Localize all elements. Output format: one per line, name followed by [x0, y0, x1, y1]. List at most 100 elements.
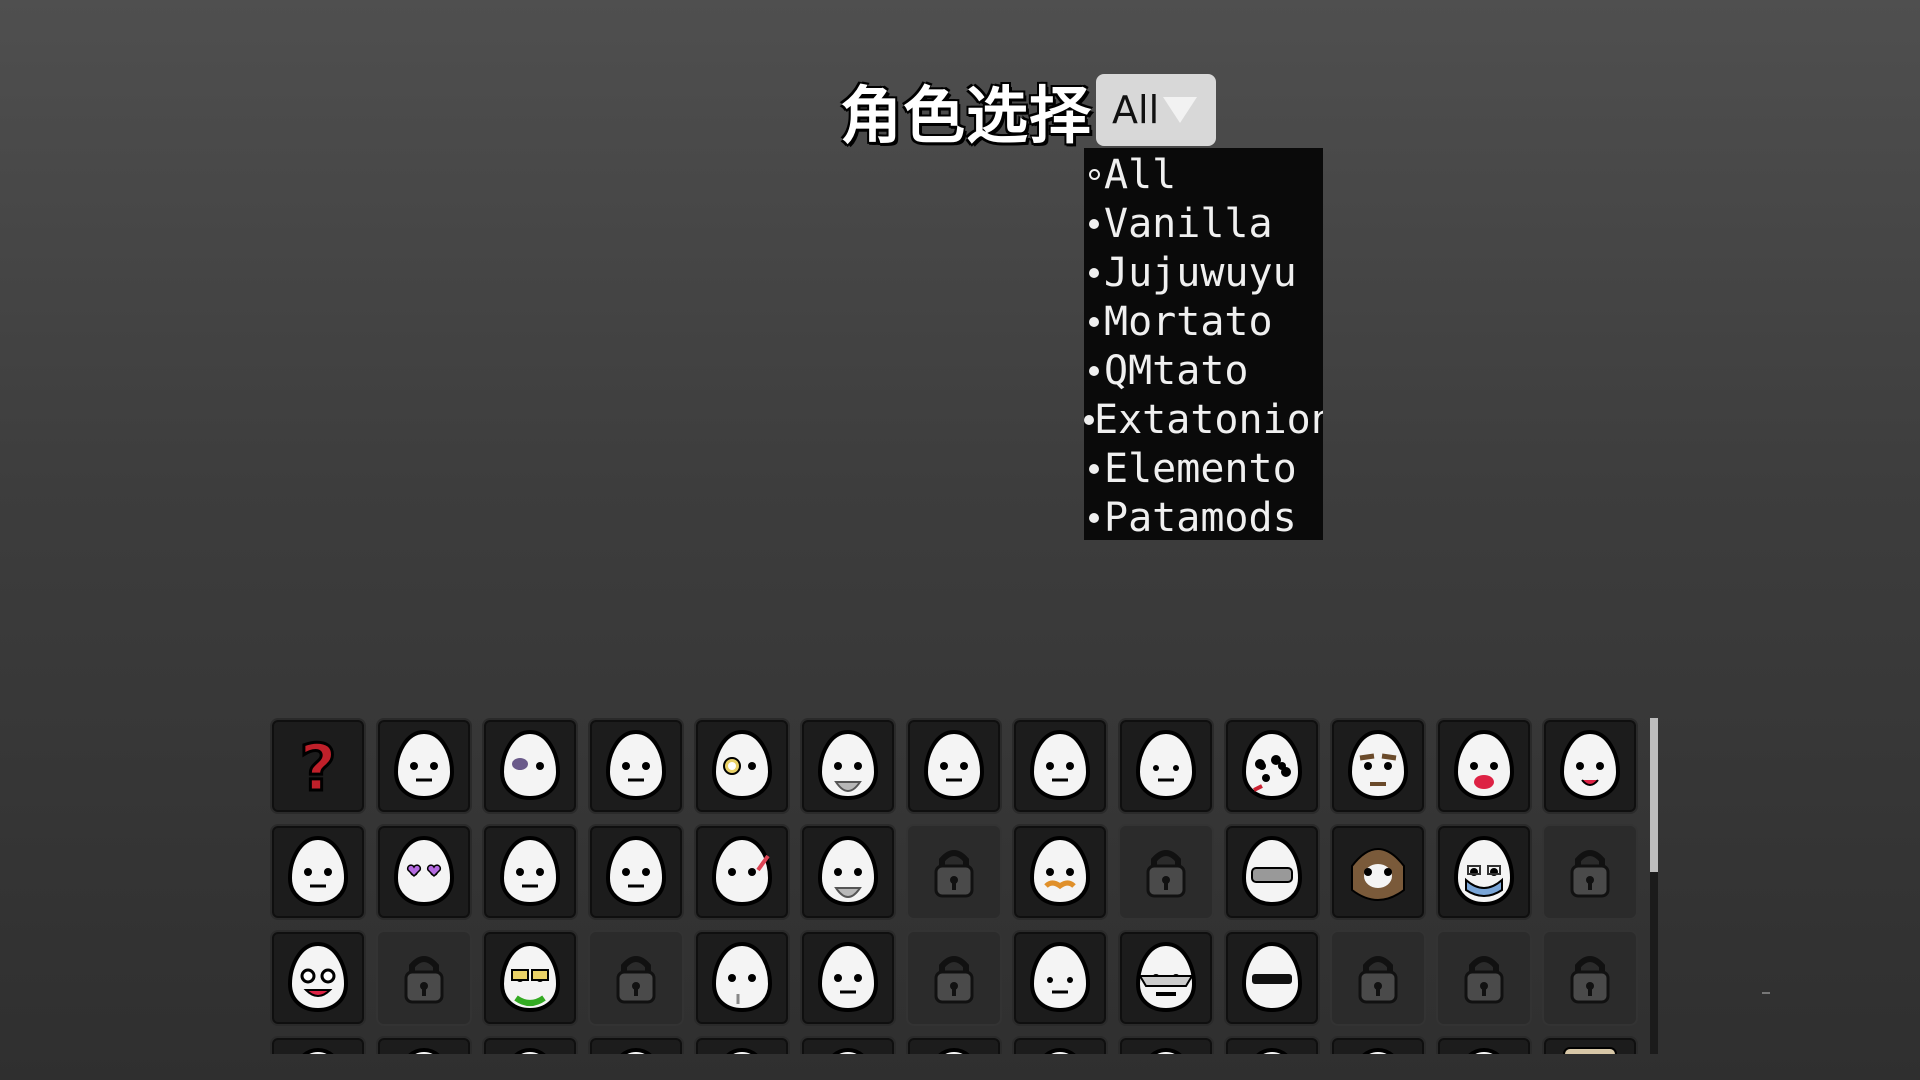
- egg-face-icon: [596, 724, 676, 808]
- bullet-icon: [1084, 316, 1104, 327]
- character-filter-dropdown[interactable]: All: [1096, 74, 1217, 146]
- locked-character-slot[interactable]: [1330, 930, 1426, 1026]
- egg-face-icon: [384, 724, 464, 808]
- filter-option-label: QMtato: [1104, 347, 1249, 394]
- character-slot[interactable]: [270, 930, 366, 1026]
- page-title: 角色选择: [840, 79, 1093, 152]
- character-slot[interactable]: [1436, 1036, 1532, 1054]
- character-slot[interactable]: [482, 930, 578, 1026]
- character-slot[interactable]: [1224, 1036, 1320, 1054]
- character-slot[interactable]: [1330, 718, 1426, 814]
- padlock-icon: [1338, 936, 1418, 1020]
- egg-face-icon: [1444, 1042, 1524, 1054]
- character-slot[interactable]: [1012, 718, 1108, 814]
- character-slot[interactable]: [1542, 1036, 1638, 1054]
- bullet-icon: [1084, 169, 1104, 180]
- egg-face-icon: [1126, 724, 1206, 808]
- filter-option-vanilla[interactable]: Vanilla: [1084, 199, 1323, 248]
- egg-face-icon: [1020, 936, 1100, 1020]
- egg-face-icon: [1020, 1042, 1100, 1054]
- character-slot[interactable]: [482, 824, 578, 920]
- character-slot[interactable]: [694, 1036, 790, 1054]
- locked-character-slot[interactable]: [1118, 824, 1214, 920]
- character-slot[interactable]: [800, 824, 896, 920]
- filter-option-label: Jujuwuyu: [1104, 249, 1297, 296]
- filter-option-label: Vanilla: [1104, 200, 1273, 247]
- egg-face-icon: [596, 1042, 676, 1054]
- character-slot[interactable]: [694, 824, 790, 920]
- character-slot[interactable]: [1224, 718, 1320, 814]
- locked-character-slot[interactable]: [1542, 824, 1638, 920]
- padlock-icon: [914, 936, 994, 1020]
- character-slot[interactable]: [1542, 718, 1638, 814]
- character-slot[interactable]: [1436, 718, 1532, 814]
- character-slot[interactable]: [1330, 1036, 1426, 1054]
- egg-face-icon: [490, 724, 570, 808]
- egg-face-icon: [1126, 1042, 1206, 1054]
- scrollbar-thumb[interactable]: [1650, 718, 1658, 872]
- character-slot[interactable]: [482, 1036, 578, 1054]
- egg-face-icon: [1444, 724, 1524, 808]
- character-slot[interactable]: [588, 1036, 684, 1054]
- character-slot[interactable]: [1012, 824, 1108, 920]
- egg-face-icon: [808, 830, 888, 914]
- character-slot[interactable]: [1436, 824, 1532, 920]
- character-slot[interactable]: [694, 718, 790, 814]
- egg-face-icon: [490, 1042, 570, 1054]
- egg-face-icon: [278, 936, 358, 1020]
- character-slot[interactable]: [1224, 824, 1320, 920]
- character-slot[interactable]: [588, 718, 684, 814]
- egg-face-icon: [278, 1042, 358, 1054]
- character-slot[interactable]: [694, 930, 790, 1026]
- character-slot[interactable]: [906, 718, 1002, 814]
- filter-menu: All Vanilla Jujuwuyu Mortato QMtato Extatonio…: [1084, 148, 1323, 540]
- filter-option-mortato[interactable]: Mortato: [1084, 297, 1323, 346]
- character-slot[interactable]: [376, 1036, 472, 1054]
- egg-face-icon: [808, 1042, 888, 1054]
- egg-face-icon: [914, 1042, 994, 1054]
- locked-character-slot[interactable]: [588, 930, 684, 1026]
- character-slot[interactable]: [376, 824, 472, 920]
- character-slot[interactable]: [800, 718, 896, 814]
- filter-option-jujuwuyu[interactable]: Jujuwuyu: [1084, 248, 1323, 297]
- egg-face-icon: [1338, 724, 1418, 808]
- grid-scrollbar[interactable]: [1650, 718, 1658, 1054]
- character-slot[interactable]: [1012, 1036, 1108, 1054]
- filter-option-all[interactable]: All: [1084, 150, 1323, 199]
- character-slot[interactable]: [376, 718, 472, 814]
- locked-character-slot[interactable]: [1542, 930, 1638, 1026]
- character-slot[interactable]: [1012, 930, 1108, 1026]
- egg-face-icon: [596, 830, 676, 914]
- character-slot[interactable]: [800, 1036, 896, 1054]
- egg-face-icon: [808, 724, 888, 808]
- egg-face-icon: [490, 830, 570, 914]
- character-slot[interactable]: [270, 1036, 366, 1054]
- character-slot[interactable]: [1118, 1036, 1214, 1054]
- bullet-icon: [1084, 463, 1104, 474]
- egg-face-icon: [702, 724, 782, 808]
- locked-character-slot[interactable]: [376, 930, 472, 1026]
- character-slot[interactable]: [1118, 718, 1214, 814]
- character-slot[interactable]: [906, 1036, 1002, 1054]
- locked-character-slot[interactable]: [1436, 930, 1532, 1026]
- filter-option-qmtato[interactable]: QMtato: [1084, 346, 1323, 395]
- egg-face-icon: [1338, 830, 1418, 914]
- locked-character-slot[interactable]: [906, 824, 1002, 920]
- egg-face-icon: [914, 724, 994, 808]
- character-slot[interactable]: [588, 824, 684, 920]
- bullet-icon: [1084, 414, 1094, 425]
- character-slot[interactable]: [1330, 824, 1426, 920]
- character-slot[interactable]: [800, 930, 896, 1026]
- locked-character-slot[interactable]: [906, 930, 1002, 1026]
- character-slot[interactable]: [1224, 930, 1320, 1026]
- character-slot[interactable]: [270, 824, 366, 920]
- filter-option-patamods[interactable]: Patamods: [1084, 493, 1323, 540]
- filter-option-elemento[interactable]: Elemento: [1084, 444, 1323, 493]
- character-slot[interactable]: [482, 718, 578, 814]
- character-slot[interactable]: [1118, 930, 1214, 1026]
- egg-face-icon: [1444, 830, 1524, 914]
- filter-option-extatonion[interactable]: Extatonion: [1084, 395, 1323, 444]
- header: 角色选择 All: [840, 72, 1217, 152]
- bullet-icon: [1084, 218, 1104, 229]
- random-character-slot[interactable]: ?: [270, 718, 366, 814]
